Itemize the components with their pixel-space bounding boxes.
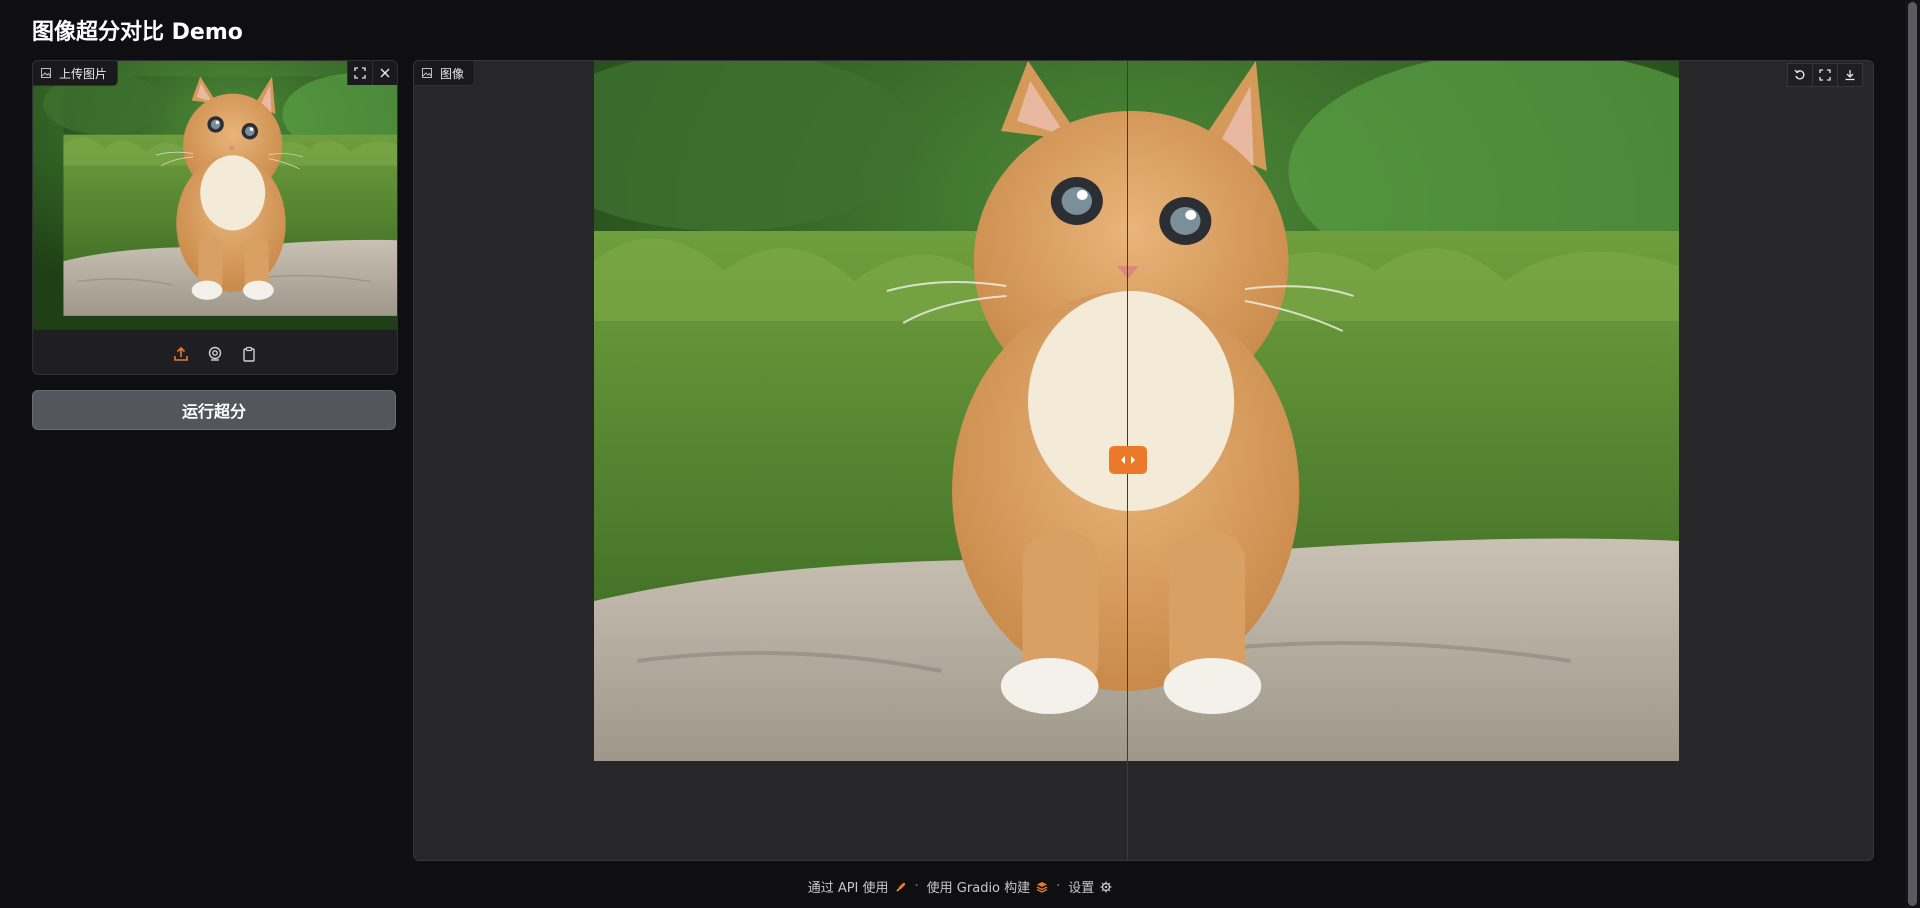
upload-image-panel[interactable]: 上传图片 (32, 60, 398, 375)
upload-toolbar (347, 61, 397, 85)
page-scrollbar[interactable] (1905, 0, 1920, 908)
image-icon (41, 68, 51, 78)
gradio-link[interactable]: 使用 Gradio 构建 (927, 877, 1048, 896)
compare-label-text: 图像 (440, 66, 465, 81)
webcam-icon (208, 346, 222, 361)
compare-image[interactable] (594, 61, 1679, 761)
upload-icon (174, 346, 188, 361)
webcam-source-button[interactable] (205, 344, 225, 364)
arrows-left-right-icon (1121, 456, 1135, 464)
fullscreen-icon (354, 67, 366, 79)
api-link-text: 通过 API 使用 (807, 881, 889, 896)
undo-button[interactable] (1787, 63, 1813, 87)
image-compare-panel: 图像 (413, 60, 1874, 861)
image-icon (422, 68, 432, 78)
settings-link-text: 设置 (1068, 881, 1095, 896)
undo-icon (1794, 69, 1805, 80)
scrollbar-thumb[interactable] (1908, 2, 1917, 906)
rocket-icon (896, 882, 905, 891)
compare-toolbar (1787, 63, 1863, 87)
upload-label-text: 上传图片 (59, 66, 108, 81)
download-button[interactable] (1837, 63, 1863, 87)
clipboard-source-button[interactable] (239, 344, 259, 364)
footer: 通过 API 使用 · 使用 Gradio 构建 · 设置 (0, 877, 1920, 896)
fullscreen-button[interactable] (1812, 63, 1838, 87)
download-icon (1845, 70, 1855, 81)
gradio-logo-icon (1036, 881, 1048, 893)
clear-image-button[interactable] (372, 61, 397, 85)
footer-separator: · (1056, 879, 1061, 894)
gear-icon (1100, 881, 1112, 892)
clipboard-icon (243, 346, 255, 362)
close-icon (380, 68, 390, 78)
upload-label: 上传图片 (33, 61, 119, 86)
run-super-resolution-button[interactable]: 运行超分 (32, 390, 396, 430)
fullscreen-icon (1819, 69, 1831, 81)
compare-slider-handle[interactable] (1109, 446, 1147, 474)
uploaded-image-preview (33, 61, 397, 333)
fullscreen-button[interactable] (347, 61, 372, 85)
upload-source-button[interactable] (171, 344, 191, 364)
app-title: 图像超分对比 Demo (32, 20, 243, 45)
footer-separator: · (914, 879, 919, 894)
api-link[interactable]: 通过 API 使用 (808, 877, 907, 896)
image-source-bar (33, 333, 397, 374)
gradio-link-text: 使用 Gradio 构建 (926, 881, 1031, 896)
settings-link[interactable]: 设置 (1068, 877, 1112, 896)
compare-label: 图像 (414, 61, 476, 86)
